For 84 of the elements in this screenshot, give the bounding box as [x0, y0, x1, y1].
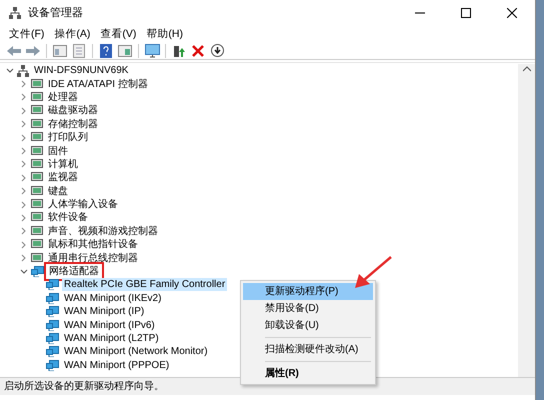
device-manager-icon [8, 6, 22, 20]
device-icon [31, 158, 43, 170]
computer-icon [17, 64, 29, 77]
menu-item[interactable]: 禁用设备(D) [243, 300, 373, 317]
device-icon [31, 92, 43, 103]
expand-chevron-icon[interactable] [20, 106, 28, 115]
download-icon[interactable] [209, 42, 225, 58]
menu-item[interactable]: 操作(A) [49, 26, 96, 42]
annotation-arrow [352, 256, 392, 290]
collapse-chevron-icon[interactable] [20, 268, 28, 276]
close-icon[interactable] [507, 8, 517, 18]
menu-item[interactable]: 属性(R) [243, 365, 373, 382]
expand-chevron-icon[interactable] [20, 160, 28, 168]
device-icon [31, 105, 43, 116]
device-icon [31, 239, 43, 250]
tree-item[interactable]: 人体学输入设备 [46, 198, 120, 212]
network-card-icon [46, 306, 59, 318]
device-icon [31, 226, 43, 237]
tree-item[interactable]: 计算机 [46, 158, 80, 171]
menu-item[interactable]: 查看(V) [95, 26, 142, 42]
network-card-icon [46, 360, 59, 371]
expand-chevron-icon[interactable] [20, 214, 28, 222]
status-text: 启动所选设备的更新驱动程序向导。 [4, 380, 164, 394]
tree-item[interactable]: Realtek PCIe GBE Family Controller [62, 278, 228, 292]
delete-icon[interactable] [190, 42, 206, 58]
tree-item[interactable]: WAN Miniport (L2TP) [62, 332, 161, 345]
menu-item[interactable]: 帮助(H) [141, 26, 188, 42]
document-icon[interactable] [71, 42, 87, 58]
device-icon [31, 199, 43, 210]
network-card-icon [46, 320, 59, 331]
device-icon [31, 132, 43, 144]
scroll-up-icon[interactable] [522, 66, 530, 72]
expand-chevron-icon[interactable] [20, 147, 28, 156]
tree-item[interactable]: WAN Miniport (IPv6) [62, 318, 157, 332]
window-icon[interactable] [52, 42, 68, 58]
tree-item[interactable]: WAN Miniport (IP) [62, 305, 146, 318]
expand-chevron-icon[interactable] [20, 174, 28, 182]
network-card-icon [46, 346, 59, 358]
menu-item[interactable]: 扫描检测硬件改动(A) [243, 341, 373, 358]
tree-item[interactable]: 存储控制器 [46, 118, 100, 131]
expand-chevron-icon[interactable] [20, 134, 28, 142]
expand-chevron-icon[interactable] [20, 80, 28, 88]
expand-chevron-icon[interactable] [20, 240, 28, 249]
help-icon[interactable] [98, 42, 114, 58]
monitor-icon[interactable] [144, 42, 160, 58]
tree-item[interactable]: 处理器 [46, 90, 80, 104]
tree-item[interactable]: 键盘 [46, 184, 70, 198]
device-icon [31, 118, 43, 130]
device-icon [31, 212, 43, 224]
network-card-icon [46, 292, 59, 304]
menu-item[interactable]: 卸载设备(U) [243, 317, 373, 334]
tree-item[interactable]: 监视器 [46, 171, 80, 184]
device-icon [31, 186, 43, 197]
collapse-chevron-icon[interactable] [6, 66, 14, 75]
tree-item[interactable]: IDE ATA/ATAPI 控制器 [46, 78, 150, 91]
window-title: 设备管理器 [28, 6, 83, 21]
device-icon [31, 252, 43, 264]
tree-item[interactable]: WAN Miniport (IKEv2) [62, 292, 164, 305]
menu-item[interactable]: 文件(F) [4, 26, 50, 42]
tree-item[interactable]: 软件设备 [46, 211, 90, 224]
menu-item[interactable]: 更新驱动程序(P) [243, 283, 373, 300]
window-icon[interactable] [117, 42, 133, 58]
network-card-icon [46, 333, 59, 344]
tree-item[interactable]: 声音、视频和游戏控制器 [46, 224, 160, 238]
tree-item[interactable]: 固件 [46, 144, 70, 158]
expand-chevron-icon[interactable] [20, 227, 28, 236]
expand-chevron-icon[interactable] [20, 120, 28, 128]
tree-item[interactable]: 鼠标和其他指针设备 [46, 238, 140, 252]
expand-chevron-icon[interactable] [20, 187, 28, 196]
tree-item[interactable]: 网络适配器 [47, 265, 101, 278]
maximize-icon[interactable] [461, 8, 471, 18]
tree-item[interactable]: 磁盘驱动器 [46, 104, 100, 118]
network-card-icon [46, 279, 59, 290]
tree-item[interactable]: WAN Miniport (PPPOE) [62, 358, 172, 372]
device-icon [31, 146, 43, 157]
expand-chevron-icon[interactable] [20, 93, 28, 102]
expand-chevron-icon[interactable] [20, 200, 28, 209]
tree-item[interactable]: WAN Miniport (Network Monitor) [62, 345, 210, 358]
tree-item[interactable]: 打印队列 [46, 131, 90, 144]
network-card-icon [31, 266, 44, 278]
tree-root[interactable]: WIN-DFS9NUNV69K [32, 64, 130, 78]
device-icon [31, 78, 43, 90]
expand-chevron-icon[interactable] [20, 254, 28, 262]
device-icon [31, 172, 43, 184]
